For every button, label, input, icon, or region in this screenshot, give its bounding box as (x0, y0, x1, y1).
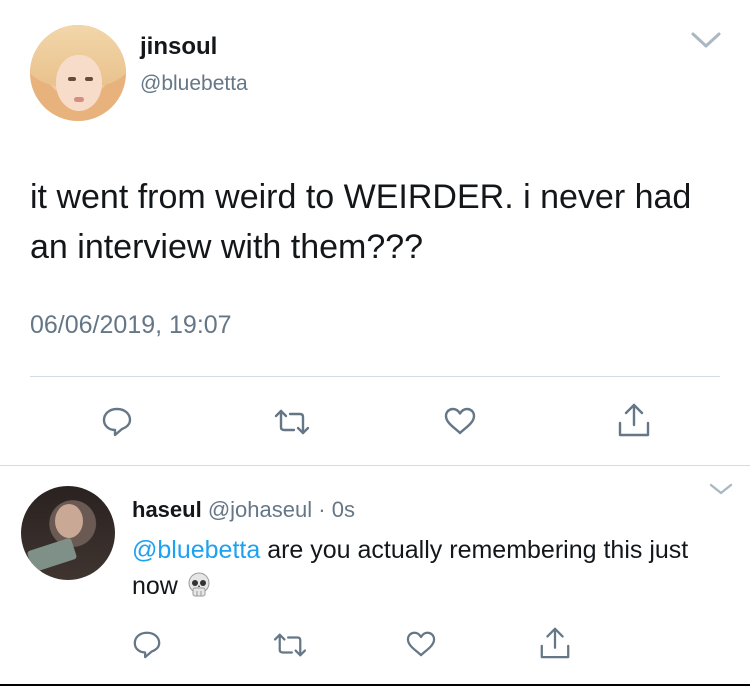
timestamp[interactable]: 06/06/2019, 19:07 (30, 311, 232, 340)
avatar-face (55, 504, 83, 538)
chevron-down-icon[interactable] (690, 30, 722, 50)
tweet-actions (0, 401, 750, 441)
share-icon[interactable] (616, 401, 652, 439)
reply-header: haseul @johaseul · 0s (132, 497, 355, 523)
skull-emoji-icon (188, 572, 210, 597)
heart-icon[interactable] (405, 630, 437, 658)
reply-actions (0, 625, 750, 665)
avatar-eye (68, 77, 76, 81)
retweet-icon[interactable] (272, 407, 312, 437)
divider (0, 465, 750, 466)
display-name[interactable]: jinsoul (140, 33, 217, 61)
avatar[interactable] (21, 486, 115, 580)
avatar-mouth (74, 97, 84, 102)
tweet-text: it went from weird to WEIRDER. i never h… (30, 178, 692, 266)
avatar[interactable] (30, 25, 126, 121)
separator: · (318, 497, 326, 522)
reply-icon[interactable] (132, 629, 162, 659)
share-icon[interactable] (538, 625, 572, 661)
user-handle[interactable]: @johaseul (208, 497, 312, 522)
avatar-eye (85, 77, 93, 81)
reply-time[interactable]: 0s (332, 497, 355, 522)
heart-icon[interactable] (443, 406, 477, 436)
user-handle[interactable]: @bluebetta (140, 72, 248, 96)
display-name[interactable]: haseul (132, 497, 202, 522)
chevron-down-icon[interactable] (708, 482, 734, 496)
mention-link[interactable]: @bluebetta (132, 536, 260, 564)
reply-text: @bluebetta are you actually remembering … (132, 532, 712, 604)
avatar-face (56, 55, 102, 111)
divider (30, 376, 720, 377)
reply-icon[interactable] (101, 405, 133, 437)
avatar-book (26, 537, 78, 573)
retweet-icon[interactable] (271, 631, 309, 659)
